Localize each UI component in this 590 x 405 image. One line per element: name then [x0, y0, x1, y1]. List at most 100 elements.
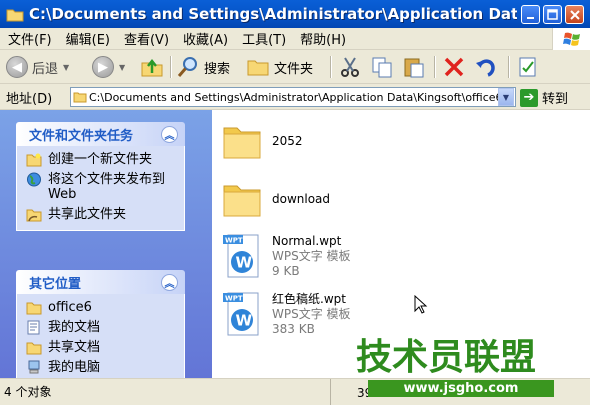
forward-button[interactable]: ▶ ▼ — [92, 53, 125, 81]
search-button[interactable]: 搜索 — [176, 53, 230, 81]
svg-text:W: W — [236, 254, 253, 272]
menu-favorites[interactable]: 收藏(A) — [176, 29, 235, 48]
file-name: Normal.wpt — [272, 233, 342, 248]
toolbar-separator — [508, 56, 509, 78]
file-size: 383 KB — [272, 321, 315, 336]
wps-template-icon: WPT W — [223, 292, 259, 336]
up-folder-button[interactable] — [140, 53, 164, 81]
copy-button[interactable] — [370, 53, 394, 81]
other-places-panel: 其它位置 ︽ office6 我的文档 共享文档 我的电脑 — [16, 270, 185, 378]
address-label: 地址(D) — [6, 92, 53, 107]
file-tasks-header[interactable]: 文件和文件夹任务 ︽ — [16, 122, 185, 146]
my-documents-icon — [27, 320, 40, 335]
svg-text:WPT: WPT — [225, 237, 243, 245]
globe-icon — [27, 172, 41, 187]
go-arrow-icon: ➔ — [520, 88, 538, 107]
new-folder-icon — [26, 153, 42, 167]
address-dropdown-button[interactable]: ▼ — [498, 88, 514, 106]
file-item-red-manuscript-wpt[interactable]: WPT W 红色稿纸.wpt WPS文字 模板 383 KB — [222, 290, 351, 338]
close-button[interactable] — [565, 5, 584, 24]
maximize-button[interactable] — [543, 5, 562, 24]
other-places-header[interactable]: 其它位置 ︽ — [16, 270, 185, 294]
menu-help[interactable]: 帮助(H) — [293, 29, 353, 48]
place-label: 我的文档 — [48, 320, 101, 335]
file-name: 红色稿纸.wpt — [272, 291, 346, 306]
title-bar[interactable]: C:\Documents and Settings\Administrator\… — [0, 0, 590, 28]
watermark: 技术员联盟 www.jsgho.com — [356, 338, 556, 400]
collapse-icon[interactable]: ︽ — [161, 273, 178, 291]
menu-file[interactable]: 文件(F) — [0, 29, 59, 48]
folder-icon — [223, 185, 261, 217]
menu-view[interactable]: 查看(V) — [117, 29, 176, 48]
mouse-cursor-icon — [414, 295, 428, 314]
shared-folder-icon — [26, 342, 42, 355]
chevron-down-icon: ▼ — [63, 62, 70, 72]
folder-icon — [26, 302, 42, 315]
delete-button[interactable] — [442, 53, 466, 81]
cut-button[interactable] — [338, 53, 362, 81]
window-title: C:\Documents and Settings\Administrator\… — [29, 5, 517, 23]
folder-icon — [6, 7, 24, 22]
place-shared-documents[interactable]: 共享文档 — [26, 340, 178, 355]
file-tasks-title: 文件和文件夹任务 — [29, 128, 134, 144]
collapse-icon[interactable]: ︽ — [161, 125, 178, 143]
file-tasks-body: 创建一个新文件夹 将这个文件夹发布到 Web 共享此文件夹 — [16, 146, 185, 231]
menu-edit[interactable]: 编辑(E) — [59, 29, 117, 48]
task-label: 共享此文件夹 — [48, 207, 127, 222]
minimize-button[interactable] — [521, 5, 540, 24]
task-new-folder[interactable]: 创建一个新文件夹 — [26, 152, 178, 167]
file-item-2052[interactable]: 2052 — [222, 122, 303, 160]
minimize-icon — [526, 16, 534, 19]
search-label: 搜索 — [204, 61, 231, 77]
task-share-folder[interactable]: 共享此文件夹 — [26, 207, 178, 222]
menu-tools[interactable]: 工具(T) — [235, 29, 293, 48]
address-input[interactable]: C:\Documents and Settings\Administrator\… — [70, 87, 516, 107]
file-tasks-panel: 文件和文件夹任务 ︽ 创建一个新文件夹 将这个文件夹发布到 Web 共享此文件夹 — [16, 122, 185, 231]
task-pane: 文件和文件夹任务 ︽ 创建一个新文件夹 将这个文件夹发布到 Web 共享此文件夹… — [0, 110, 212, 378]
place-my-computer[interactable]: 我的电脑 — [26, 360, 178, 375]
copy-icon — [372, 57, 392, 78]
file-item-normal-wpt[interactable]: WPT W Normal.wpt WPS文字 模板 9 KB — [222, 232, 351, 280]
scissors-icon — [341, 57, 359, 77]
task-publish-web[interactable]: 将这个文件夹发布到 Web — [26, 172, 178, 202]
svg-text:WPT: WPT — [225, 295, 243, 303]
folders-icon — [247, 60, 269, 76]
computer-icon — [28, 360, 40, 374]
go-label: 转到 — [542, 92, 569, 107]
folders-label: 文件夹 — [274, 61, 314, 77]
watermark-brand: 技术员联盟 — [356, 337, 537, 378]
maximize-icon — [547, 9, 558, 20]
go-button[interactable]: ➔ 转到 — [520, 88, 568, 107]
place-label: 共享文档 — [48, 340, 101, 355]
file-item-download[interactable]: download — [222, 180, 330, 218]
paste-button[interactable] — [402, 53, 426, 81]
object-count: 4 个对象 — [4, 385, 52, 399]
file-type: WPS文字 模板 — [272, 248, 351, 263]
paste-icon — [404, 58, 424, 78]
forward-arrow-icon: ▶ — [92, 56, 114, 78]
search-icon — [177, 57, 197, 77]
watermark-url: www.jsgho.com — [368, 380, 554, 397]
views-button[interactable] — [516, 53, 540, 81]
place-label: office6 — [48, 300, 92, 315]
folder-icon — [73, 92, 87, 103]
chevron-down-icon: ▼ — [119, 62, 126, 72]
toolbar: ◀ 后退 ▼ ▶ ▼ 搜索 文件夹 — [0, 50, 590, 84]
back-button[interactable]: ◀ 后退 ▼ — [6, 53, 69, 81]
file-name: 2052 — [272, 133, 303, 148]
file-size: 9 KB — [272, 263, 300, 278]
toolbar-separator — [330, 56, 331, 78]
task-label: 创建一个新文件夹 — [48, 152, 153, 167]
place-my-documents[interactable]: 我的文档 — [26, 320, 178, 335]
other-places-body: office6 我的文档 共享文档 我的电脑 — [16, 294, 185, 378]
file-name: download — [272, 191, 331, 206]
menu-bar: 文件(F) 编辑(E) 查看(V) 收藏(A) 工具(T) 帮助(H) — [0, 28, 590, 50]
share-folder-icon — [26, 209, 42, 222]
undo-button[interactable] — [474, 53, 498, 81]
views-icon — [519, 57, 536, 77]
svg-text:W: W — [236, 312, 253, 330]
place-office6[interactable]: office6 — [26, 300, 178, 315]
folders-button[interactable]: 文件夹 — [246, 53, 313, 81]
back-label: 后退 — [32, 61, 59, 77]
toolbar-separator — [434, 56, 435, 78]
